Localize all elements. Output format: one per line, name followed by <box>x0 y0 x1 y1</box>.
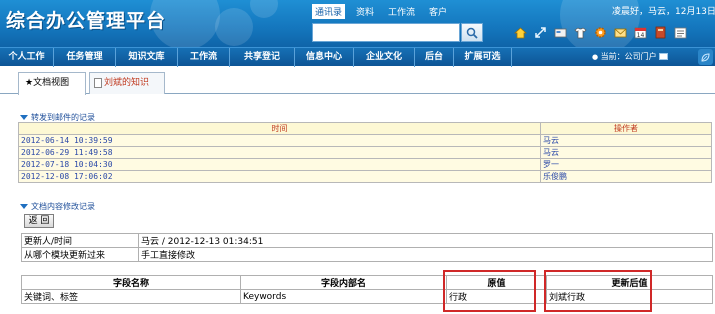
nav-info-center[interactable]: 信息中心 <box>295 47 354 67</box>
book-icon[interactable] <box>653 25 668 40</box>
cell-operator: 马云 <box>540 146 712 159</box>
table-row: 2012-06-29 11:49:58 马云 <box>18 146 712 159</box>
forward-records-table: 时间 操作者 2012-06-14 10:39:59 马云 2012-06-29… <box>18 122 712 183</box>
location-dot-icon: ● <box>592 53 599 61</box>
update-info-table: 更新人/时间 马云 / 2012-12-13 01:34:51 从哪个模块更新过… <box>21 233 713 262</box>
header-bubble-decoration <box>250 0 278 18</box>
table-row: 更新人/时间 马云 / 2012-12-13 01:34:51 <box>21 233 713 248</box>
news-icon[interactable] <box>673 25 688 40</box>
top-tabs: 通讯录 资料 工作流 客户 <box>312 4 450 19</box>
table-row: 从哪个模块更新过来 手工直接修改 <box>21 247 713 262</box>
leaf-icon[interactable] <box>698 49 713 65</box>
nav-corporate-culture[interactable]: 企业文化 <box>354 47 415 67</box>
cell-time: 2012-06-29 11:49:58 <box>18 146 541 159</box>
column-header-operator: 操作者 <box>540 122 712 135</box>
card-icon[interactable] <box>553 25 568 40</box>
cell-time: 2012-06-14 10:39:59 <box>18 134 541 147</box>
svg-text:14: 14 <box>637 32 645 39</box>
table-row: 2012-07-18 10:04:30 罗一 <box>18 158 712 171</box>
column-header-internal-name: 字段内部名 <box>240 275 447 290</box>
cell-operator: 罗一 <box>540 158 712 171</box>
table-row: 2012-12-08 17:06:02 乐俊鹏 <box>18 170 712 183</box>
column-header-time: 时间 <box>18 122 541 135</box>
calendar-icon[interactable]: 14 <box>633 25 648 40</box>
current-location: ● 当前：公司门户 <box>592 48 669 67</box>
nav-backend[interactable]: 后台 <box>415 47 454 67</box>
top-tab-customers[interactable]: 客户 <box>426 4 450 19</box>
tab-document-view[interactable]: ★文档视图 <box>18 72 86 95</box>
cell-internal-name: Keywords <box>240 289 447 304</box>
main-nav: 个人工作 任务管理 知识文库 工作流 共享登记 信息中心 企业文化 后台 扩展可… <box>0 47 715 67</box>
tab-liubin-knowledge-label: 刘斌的知识 <box>104 78 150 88</box>
cell-time: 2012-12-08 17:06:02 <box>18 170 541 183</box>
top-tab-documents[interactable]: 资料 <box>353 4 377 19</box>
highlight-box-new-value <box>544 270 652 312</box>
nav-extensions[interactable]: 扩展可选 <box>454 47 512 67</box>
gear-icon[interactable] <box>593 25 608 40</box>
collapse-triangle-icon[interactable] <box>20 204 28 209</box>
table-row: 2012-06-14 10:39:59 马云 <box>18 134 712 147</box>
top-tab-contacts[interactable]: 通讯录 <box>312 4 346 19</box>
tab-liubin-knowledge[interactable]: 刘斌的知识 <box>89 72 165 94</box>
modify-section-title: 文档内容修改记录 <box>20 201 95 212</box>
cell-operator: 乐俊鹏 <box>540 170 712 183</box>
column-header-field-name: 字段名称 <box>21 275 241 290</box>
modify-section-title-text: 文档内容修改记录 <box>31 202 95 211</box>
app-header: 综合办公管理平台 通讯录 资料 工作流 客户 凌晨好，马云，12月13日， 14 <box>0 0 715 47</box>
search-input[interactable] <box>312 23 460 42</box>
cell-time: 2012-07-18 10:04:30 <box>18 158 541 171</box>
updater-value: 马云 / 2012-12-13 01:34:51 <box>138 233 713 248</box>
module-value: 手工直接修改 <box>138 247 713 262</box>
resize-icon[interactable] <box>533 25 548 40</box>
user-greeting: 凌晨好，马云，12月13日， <box>612 7 715 17</box>
highlight-box-old-value <box>443 270 536 312</box>
search-button[interactable] <box>461 23 483 42</box>
top-tab-workflow[interactable]: 工作流 <box>385 4 418 19</box>
current-location-text: 当前：公司门户 <box>600 52 657 61</box>
toolbar-icons: 14 <box>513 25 688 40</box>
table-header-row: 时间 操作者 <box>18 122 712 135</box>
app-logo: 综合办公管理平台 <box>6 10 167 32</box>
shirt-icon[interactable] <box>573 25 588 40</box>
module-label: 从哪个模块更新过来 <box>21 247 139 262</box>
monitor-icon[interactable] <box>659 53 669 60</box>
document-icon <box>94 77 102 88</box>
cell-field-name: 关键词、标签 <box>21 289 241 304</box>
back-button[interactable]: 返 回 <box>24 214 54 228</box>
tab-bar: ★文档视图 刘斌的知识 <box>0 67 715 95</box>
nav-knowledge-library[interactable]: 知识文库 <box>116 47 178 67</box>
collapse-triangle-icon[interactable] <box>20 115 28 120</box>
home-icon[interactable] <box>513 25 528 40</box>
search-icon <box>466 27 478 39</box>
mail-icon[interactable] <box>613 25 628 40</box>
nav-shared-registry[interactable]: 共享登记 <box>230 47 295 67</box>
nav-workflow[interactable]: 工作流 <box>178 47 230 67</box>
nav-personal-work[interactable]: 个人工作 <box>0 47 54 67</box>
cell-operator: 马云 <box>540 134 712 147</box>
header-bubble-decoration <box>215 8 253 46</box>
nav-task-management[interactable]: 任务管理 <box>54 47 116 67</box>
updater-label: 更新人/时间 <box>21 233 139 248</box>
